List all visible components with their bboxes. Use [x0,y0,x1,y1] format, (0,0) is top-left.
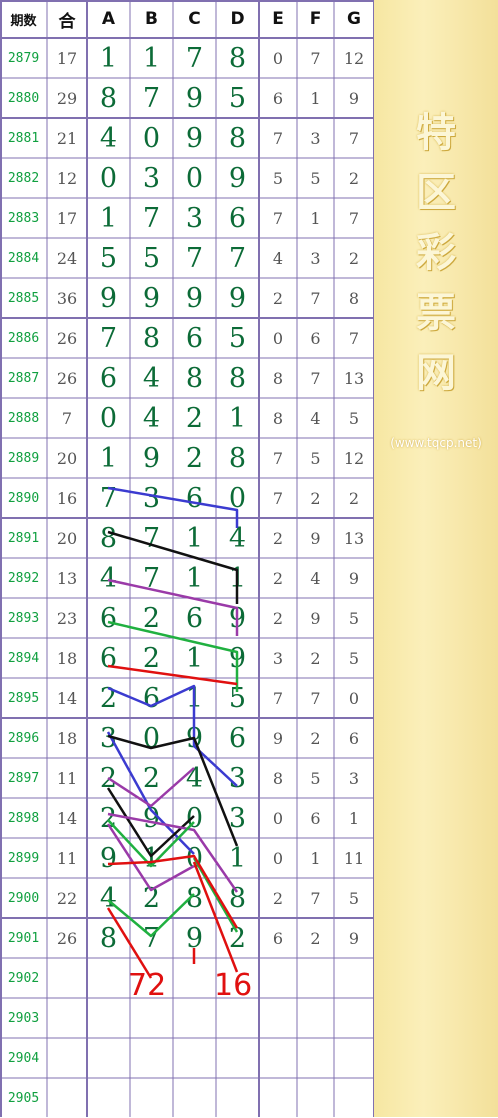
banner-char: 特 [416,110,456,156]
trend-line [107,486,239,528]
annotation-right-number: 16 [214,968,253,1003]
banner-char: 区 [416,170,456,216]
trend-line [107,684,238,787]
banner-char: 网 [416,350,456,396]
annotation-left-number: 72 [128,968,167,1003]
banner-url: (www.tqcp.net) [390,436,482,450]
trend-line [107,767,195,808]
trend-line [107,664,238,686]
watermark-banner: 特 区 彩 票 网 (www.tqcp.net) [374,0,498,1117]
banner-char: 票 [416,290,456,336]
banner-char: 彩 [416,230,456,276]
trend-lines [106,486,239,979]
